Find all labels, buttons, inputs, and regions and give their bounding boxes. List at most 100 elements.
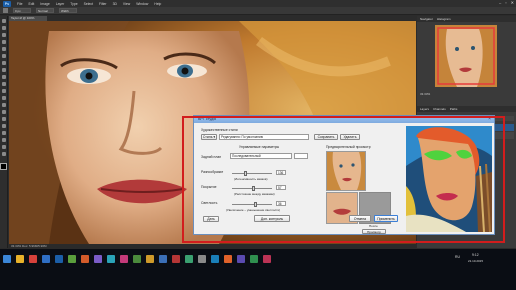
menu-type[interactable]: Type <box>70 2 77 6</box>
advanced-controls-button[interactable]: Доп. контроль <box>254 215 290 222</box>
variety-hint: (Интенсивность мазков) <box>234 177 268 181</box>
navigator-thumbnail[interactable] <box>435 25 497 87</box>
menu-edit[interactable]: Edit <box>28 2 34 6</box>
menu-help[interactable]: Help <box>154 2 161 6</box>
type-tool-icon[interactable] <box>1 124 6 128</box>
healing-tool-icon[interactable] <box>1 61 6 65</box>
tab-paths[interactable]: Paths <box>450 106 458 112</box>
lightness-slider-thumb[interactable] <box>254 202 257 207</box>
preview-before-image[interactable] <box>326 151 366 191</box>
app-icon-5[interactable] <box>120 255 128 263</box>
color-swatch-field[interactable] <box>294 153 308 159</box>
app-icon-6[interactable] <box>133 255 141 263</box>
brush-tool-icon[interactable] <box>1 68 6 72</box>
style-select[interactable]: Width <box>59 8 77 13</box>
app-icon-9[interactable] <box>172 255 180 263</box>
coverage-label: Покрытие <box>201 185 217 189</box>
preset-name-field[interactable]: Редагування: По умолчанию <box>219 134 309 140</box>
cancel-button[interactable]: Отмена <box>349 215 371 222</box>
lightness-value-field[interactable]: 36 <box>276 201 286 206</box>
apply-button[interactable]: Применить <box>374 215 398 222</box>
lightness-slider-track[interactable] <box>232 204 272 205</box>
eyedropper-tool-icon[interactable] <box>1 54 6 58</box>
language-indicator[interactable]: RU <box>455 255 460 259</box>
stamp-tool-icon[interactable] <box>1 75 6 79</box>
blur-tool-icon[interactable] <box>1 103 6 107</box>
gradient-tool-icon[interactable] <box>1 96 6 100</box>
app-icon-16[interactable] <box>263 255 271 263</box>
tab-channels[interactable]: Channels <box>433 106 446 112</box>
options-bar: 0 px Normal Width <box>0 7 516 15</box>
app-icon-3[interactable] <box>94 255 102 263</box>
menu-window[interactable]: Window <box>136 2 148 6</box>
start-icon[interactable] <box>3 255 11 263</box>
app-icon-4[interactable] <box>107 255 115 263</box>
background-mode-select[interactable]: Последовательный <box>230 153 292 159</box>
history-brush-icon[interactable] <box>1 82 6 86</box>
dialog-close-icon[interactable]: × <box>488 116 491 123</box>
menu-layer[interactable]: Layer <box>56 2 64 6</box>
menu-select[interactable]: Select <box>84 2 93 6</box>
variety-slider-track[interactable] <box>232 173 272 174</box>
path-select-icon[interactable] <box>1 131 6 135</box>
browser-icon[interactable] <box>29 255 37 263</box>
menu-image[interactable]: Image <box>40 2 49 6</box>
foreground-color-swatch[interactable] <box>0 163 7 170</box>
mode-select[interactable]: Normal <box>36 8 54 13</box>
photoshop-taskbar-icon[interactable] <box>55 255 63 263</box>
photoshop-logo: Ps <box>3 0 11 7</box>
app-icon-8[interactable] <box>159 255 167 263</box>
zoom-level[interactable]: 33.33% <box>420 92 430 96</box>
tab-layers[interactable]: Layers <box>420 106 429 112</box>
shape-tool-icon[interactable] <box>1 138 6 142</box>
tab-navigator[interactable]: Navigator <box>420 16 433 22</box>
app-icon-7[interactable] <box>146 255 154 263</box>
crop-tool-icon[interactable] <box>1 47 6 51</box>
move-tool-icon[interactable] <box>1 19 6 23</box>
app-icon-15[interactable] <box>250 255 258 263</box>
maximize-icon[interactable]: ▫ <box>505 0 506 5</box>
variety-slider-thumb[interactable] <box>244 171 247 176</box>
lasso-tool-icon[interactable] <box>1 33 6 37</box>
variety-value-field[interactable]: 136 <box>276 170 286 175</box>
save-preset-button[interactable]: Сохранить <box>314 134 338 140</box>
style-sample-image <box>406 126 492 232</box>
dodge-tool-icon[interactable] <box>1 110 6 114</box>
apply-small-button[interactable]: Дать <box>203 216 219 222</box>
quick-select-tool-icon[interactable] <box>1 40 6 44</box>
menu-3d[interactable]: 3D <box>113 2 117 6</box>
preset-dropdown-button[interactable]: Стиль ▾ <box>201 134 217 140</box>
tab-histogram[interactable]: Histogram <box>437 16 451 22</box>
hand-tool-icon[interactable] <box>1 145 6 149</box>
menu-filter[interactable]: Filter <box>99 2 107 6</box>
close-icon[interactable]: ✕ <box>511 0 514 5</box>
explorer-icon[interactable] <box>16 255 24 263</box>
app-icon-1[interactable] <box>68 255 76 263</box>
pen-tool-icon[interactable] <box>1 117 6 121</box>
coverage-value-field[interactable]: 57 <box>276 185 286 190</box>
zoom-tool-icon[interactable] <box>1 152 6 156</box>
preview-button[interactable]: Просмотр <box>362 229 386 234</box>
clock-time[interactable]: 9:12 <box>472 253 479 257</box>
window-controls: – ▫ ✕ <box>499 0 514 5</box>
coverage-slider-thumb[interactable] <box>252 186 255 191</box>
coverage-hint: (Расстояние между мазками) <box>234 192 275 196</box>
eraser-tool-icon[interactable] <box>1 89 6 93</box>
feather-field[interactable]: 0 px <box>13 8 31 13</box>
app-icon-13[interactable] <box>224 255 232 263</box>
menu-file[interactable]: File <box>17 2 22 6</box>
preview-section-label: Предварительный просмотр <box>326 145 371 149</box>
clock-date[interactable]: 21.10.2015 <box>468 259 483 263</box>
minimize-icon[interactable]: – <box>499 0 501 5</box>
word-icon[interactable] <box>42 255 50 263</box>
app-icon-10[interactable] <box>185 255 193 263</box>
menu-view[interactable]: View <box>123 2 130 6</box>
delete-preset-button[interactable]: Удалить <box>340 134 360 140</box>
tool-preset-icon[interactable] <box>3 8 8 13</box>
app-icon-14[interactable] <box>237 255 245 263</box>
marquee-tool-icon[interactable] <box>1 26 6 30</box>
app-icon-11[interactable] <box>198 255 206 263</box>
app-icon-12[interactable] <box>211 255 219 263</box>
preview-before-picture <box>327 152 365 190</box>
app-icon-2[interactable] <box>81 255 89 263</box>
